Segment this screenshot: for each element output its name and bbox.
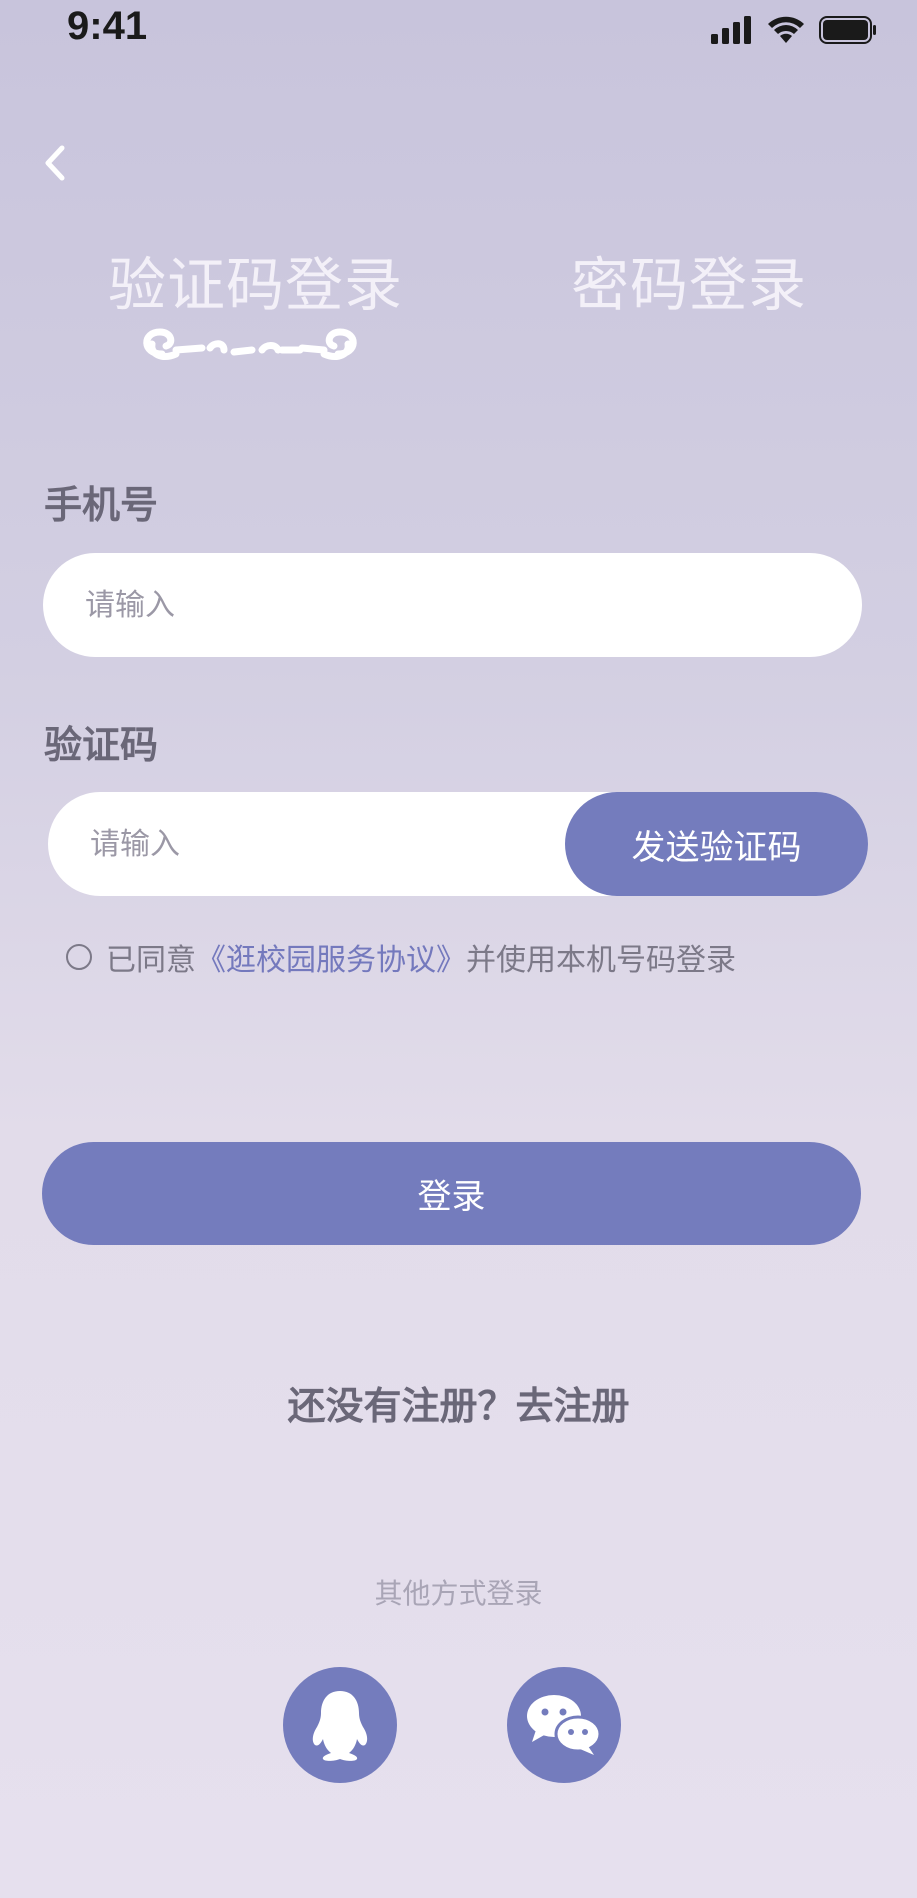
phone-input[interactable] (85, 587, 862, 623)
agreement-link[interactable]: 《逛校园服务协议》 (196, 935, 466, 979)
register-link[interactable]: 还没有注册？去注册 (0, 1375, 917, 1430)
agreement-radio[interactable] (66, 944, 92, 970)
agreement-prefix: 已同意 (106, 943, 196, 978)
phone-field[interactable] (43, 553, 862, 657)
signal-icon (711, 16, 751, 44)
agreement-suffix: 并使用本机号码登录 (466, 943, 736, 978)
send-code-button[interactable]: 发送验证码 (565, 792, 868, 896)
cloud-ornament-icon (143, 328, 357, 360)
code-label: 验证码 (44, 722, 159, 767)
wifi-icon (768, 16, 804, 43)
back-button[interactable] (40, 138, 80, 188)
qq-login-button[interactable] (283, 1667, 397, 1783)
other-login-label: 其他方式登录 (374, 1577, 543, 1610)
tab-sms-login[interactable]: 验证码登录 (108, 238, 403, 322)
qq-icon (312, 1691, 368, 1761)
battery-icon (819, 16, 876, 44)
phone-label: 手机号 (44, 482, 159, 527)
agreement-row: 已同意 《逛校园服务协议》 并使用本机号码登录 (66, 935, 736, 979)
status-icons (711, 14, 877, 46)
login-button[interactable]: 登录 (42, 1142, 861, 1245)
status-time: 9:41 (67, 4, 148, 48)
chevron-left-icon (45, 145, 65, 181)
wechat-icon (527, 1695, 602, 1755)
tab-password-login[interactable]: 密码登录 (571, 238, 807, 322)
wechat-login-button[interactable] (507, 1667, 621, 1783)
